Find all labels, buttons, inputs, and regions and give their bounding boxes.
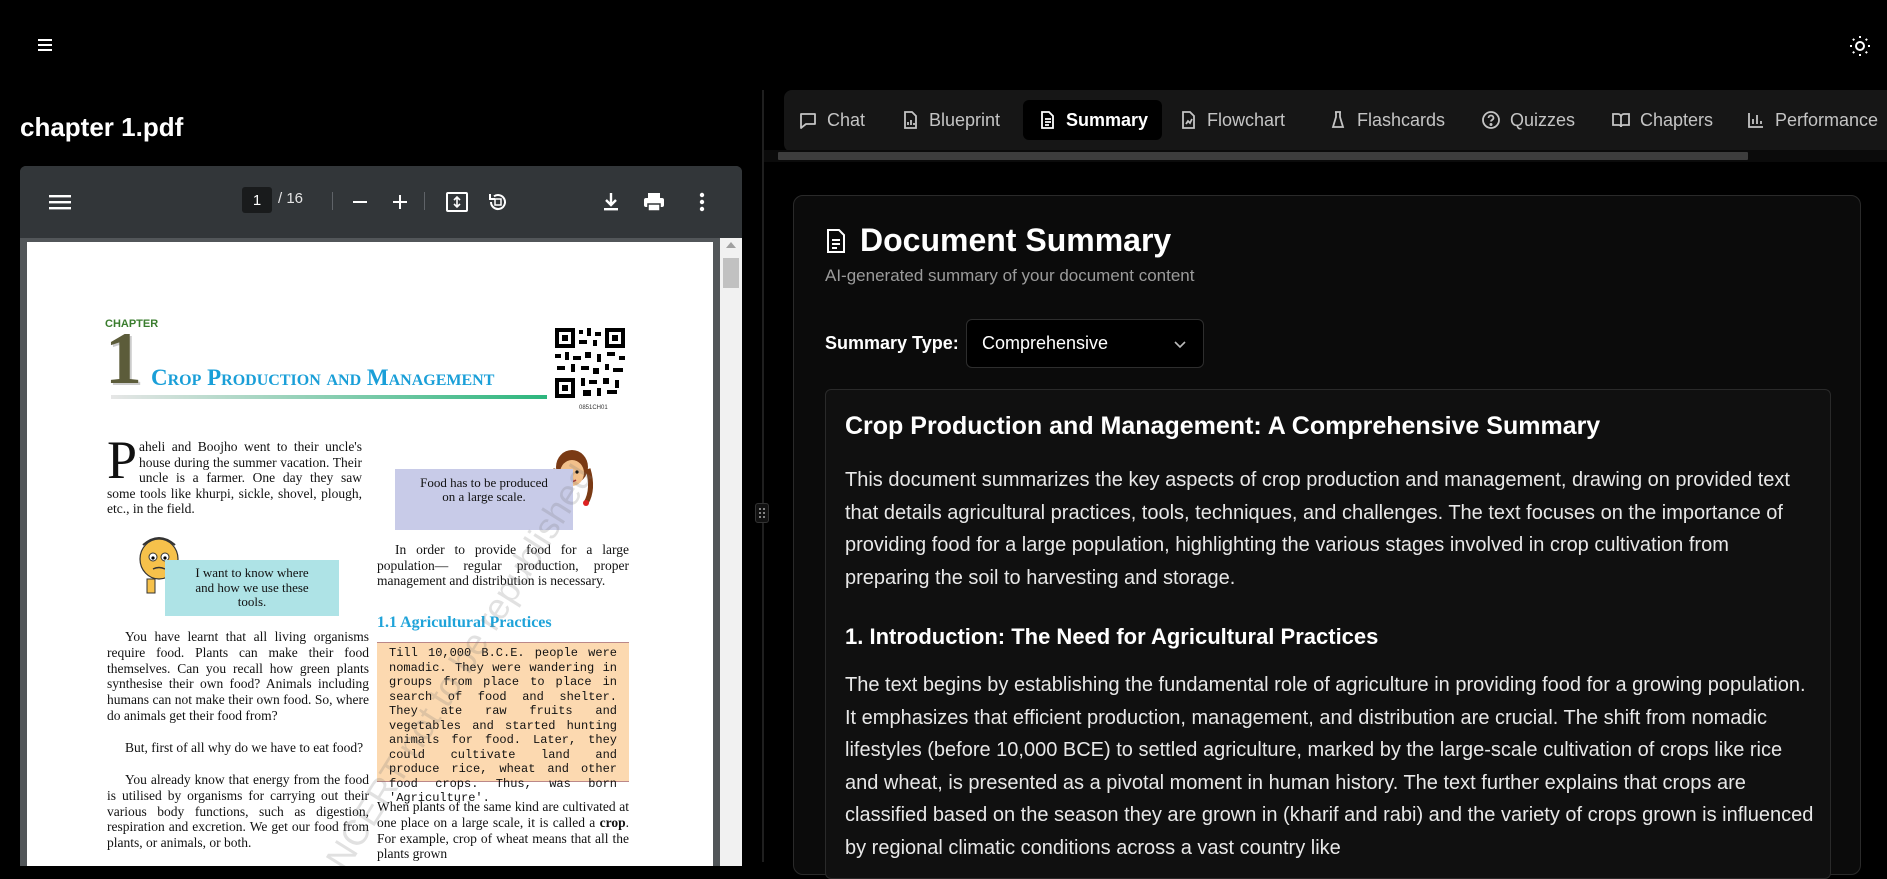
tabs-scrollbar-thumb[interactable] (778, 152, 1748, 160)
tab-label: Summary (1066, 109, 1149, 130)
pdf-canvas-area[interactable]: CHAPTER 1 Crop Production and Management (20, 238, 742, 866)
chapter-title: Crop Production and Management (151, 365, 495, 390)
tab-label: Performance (1775, 109, 1879, 130)
tabs-scrollbar[interactable] (764, 150, 1887, 162)
chat-icon (800, 113, 816, 129)
qr-code (553, 326, 627, 400)
tab-label: Quizzes (1510, 109, 1576, 130)
zoom-out-icon[interactable] (348, 190, 372, 214)
pdf-menu-icon[interactable] (46, 188, 74, 216)
help-circle-icon (1482, 111, 1500, 129)
pdf-page: CHAPTER 1 Crop Production and Management (27, 242, 713, 866)
summary-heading: Crop Production and Management: A Compre… (845, 412, 1601, 440)
tab-blueprint[interactable]: Blueprint (886, 100, 1014, 140)
tab-quizzes[interactable]: Quizzes (1467, 100, 1589, 140)
intro-paragraph: Paheli and Boojho went to their uncle's … (107, 430, 362, 517)
summary-type-select[interactable]: Comprehensive (966, 319, 1204, 368)
drop-cap: P (107, 430, 138, 490)
hamburger-menu-icon[interactable] (34, 34, 56, 56)
feature-tabs: Chat Blueprint Summary Flowchart Flashca… (784, 90, 1887, 152)
tab-label: Flowchart (1207, 109, 1286, 130)
bar-chart-icon (1748, 113, 1763, 128)
qr-code-id: 0851CH01 (579, 405, 608, 411)
tab-label: Blueprint (929, 109, 1001, 130)
pdf-viewer: / 16 CHAPTER 1 Crop Production and (20, 166, 742, 866)
right-paragraph-2: When plants of the same kind are cultiva… (377, 799, 629, 862)
tab-summary[interactable]: Summary (1023, 100, 1163, 140)
flask-icon (1331, 111, 1345, 128)
summary-type-value: Comprehensive (982, 333, 1109, 353)
document-file-name: chapter 1.pdf (20, 112, 184, 142)
speech-bubble-tools: I want to know where and how we use thes… (165, 560, 339, 616)
more-vert-icon[interactable] (689, 189, 715, 215)
file-text-icon (1041, 111, 1054, 129)
left-paragraph-1: You have learnt that all living organism… (107, 629, 369, 723)
pdf-scrollbar-thumb[interactable] (723, 258, 739, 288)
fit-page-icon[interactable] (444, 189, 470, 215)
file-chart-icon (1182, 111, 1195, 129)
pdf-scrollbar[interactable] (720, 238, 742, 866)
toolbar-divider (332, 192, 333, 210)
pane-divider[interactable] (762, 90, 764, 862)
tab-label: Chapters (1640, 109, 1714, 130)
tab-flowchart[interactable]: Flowchart (1164, 100, 1299, 140)
toolbar-divider (424, 192, 425, 210)
section-1-heading: 1. Introduction: The Need for Agricultur… (845, 624, 1379, 649)
chevron-down-icon (1174, 340, 1186, 348)
rotate-icon[interactable] (485, 189, 511, 215)
section-1-paragraph: The text begins by establishing the fund… (845, 674, 1814, 859)
crop-term: crop (599, 814, 626, 830)
summary-title-text: Document Summary (860, 222, 1172, 258)
book-open-icon (1612, 113, 1630, 128)
tab-chapters[interactable]: Chapters (1597, 100, 1727, 140)
tab-flashcards[interactable]: Flashcards (1314, 100, 1459, 140)
zoom-in-icon[interactable] (388, 190, 412, 214)
chapter-underline (111, 395, 547, 399)
sun-icon[interactable] (1848, 34, 1872, 58)
chapter-number: 1 (105, 318, 142, 400)
file-chart-icon (904, 111, 917, 129)
summary-type-label: Summary Type: (825, 333, 959, 353)
pdf-toolbar: / 16 (20, 166, 742, 238)
drag-handle-icon[interactable] (755, 503, 769, 523)
tab-performance[interactable]: Performance (1732, 100, 1887, 140)
download-icon[interactable] (598, 189, 624, 215)
top-bar (0, 0, 1887, 90)
summary-title: Document Summary (824, 222, 1171, 259)
tab-label: Flashcards (1357, 109, 1446, 130)
print-icon[interactable] (641, 189, 667, 215)
scroll-up-icon[interactable] (726, 242, 736, 248)
file-text-icon (827, 228, 845, 253)
summary-subtitle: AI-generated summary of your document co… (825, 266, 1195, 285)
page-number-input[interactable] (242, 187, 272, 213)
summary-intro-paragraph: This document summarizes the key aspects… (845, 469, 1790, 589)
crop-definition-text: When plants of the same kind are cultiva… (377, 799, 629, 830)
tab-chat[interactable]: Chat (784, 100, 879, 140)
page-total-label: / 16 (278, 190, 304, 207)
intro-text: aheli and Boojho went to their uncle's h… (107, 439, 362, 516)
left-paragraph-2: But, first of all why do we have to eat … (125, 740, 364, 755)
tab-label: Chat (827, 109, 866, 130)
